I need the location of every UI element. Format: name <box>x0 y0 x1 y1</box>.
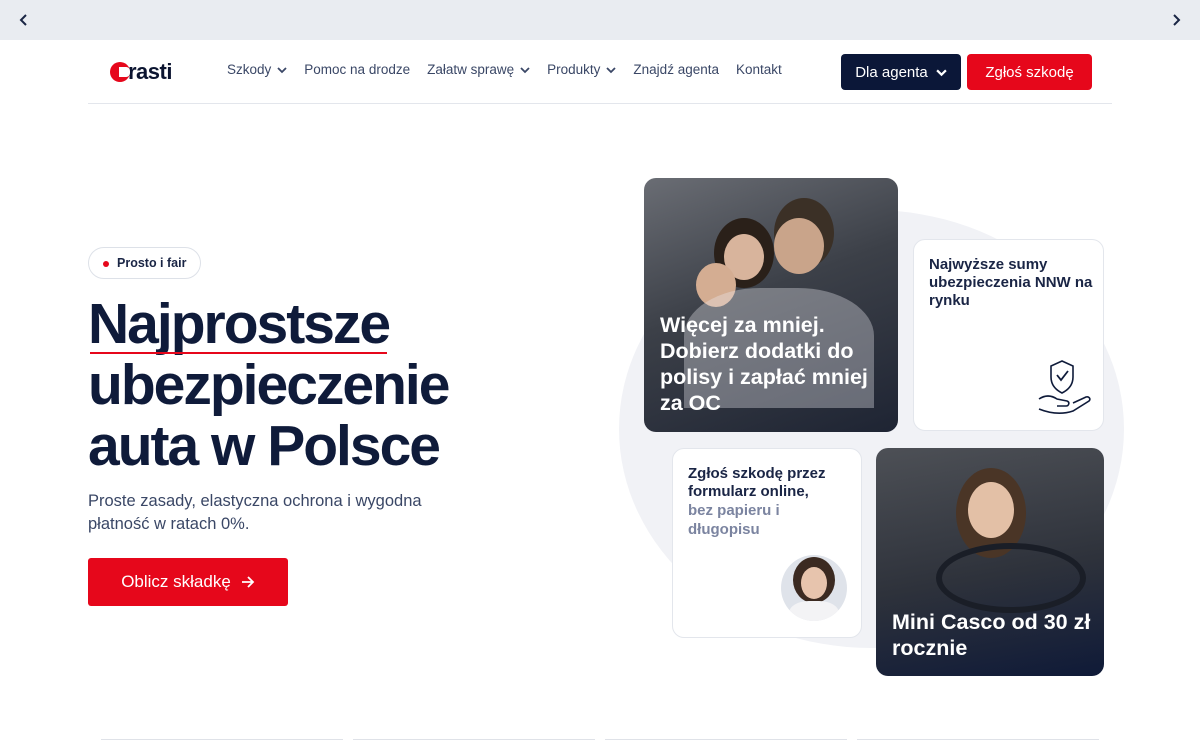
addons-promo-text: Więcej za mniej. Dobierz dodatki do poli… <box>660 313 868 415</box>
agent-dropdown-button[interactable]: Dla agenta <box>841 54 961 90</box>
section-card-4 <box>857 739 1099 750</box>
nav-item-szkody[interactable]: Szkody <box>227 62 287 77</box>
nav-item-label: Kontakt <box>735 62 782 77</box>
chevron-down-icon <box>606 66 617 73</box>
headline-line-3: auta w Polsce <box>88 414 441 478</box>
online-claim-title: Zgłoś szkodę przez formularz online, <box>688 465 826 500</box>
nav-menu: Szkody Pomoc na drodze Załatw sprawę Pro… <box>227 62 799 77</box>
nnw-promo-text: Najwyższe sumy ubezpieczenia NNW na rynk… <box>929 256 1093 309</box>
nav-item-kontakt[interactable]: Kontakt <box>736 62 782 77</box>
addons-promo-card[interactable]: Więcej za mniej. Dobierz dodatki do poli… <box>644 178 898 432</box>
nav-item-pomoc-na-drodze[interactable]: Pomoc na drodze <box>304 62 410 77</box>
agent-avatar <box>781 555 847 621</box>
nav-item-label: Pomoc na drodze <box>304 62 411 77</box>
nav-item-label: Znajdź agenta <box>633 62 719 77</box>
main-navigation: rasti Szkody Pomoc na drodze Załatw spra… <box>88 40 1112 104</box>
slider-next-button[interactable] <box>1164 8 1188 32</box>
chevron-down-icon <box>520 66 530 73</box>
hero-badge: Prosto i fair <box>88 247 202 279</box>
logo-wordmark: rasti <box>128 59 172 84</box>
nav-item-label: Szkody <box>227 62 272 77</box>
nav-item-znajdz-agenta[interactable]: Znajdź agenta <box>633 62 719 77</box>
online-claim-card[interactable]: Zgłoś szkodę przez formularz online, bez… <box>672 448 862 638</box>
nav-item-zalatw-sprawe[interactable]: Załatw sprawę <box>427 62 530 77</box>
logo-mark-icon <box>110 62 130 82</box>
hero-headline: Najprostsze ubezpieczenie auta w Polsce <box>88 294 508 477</box>
online-claim-subtitle: bez papieru i długopisu <box>688 502 780 538</box>
section-card-2 <box>353 739 595 750</box>
report-claim-button[interactable]: Zgłoś szkodę <box>967 54 1092 90</box>
cta-label: Oblicz składkę <box>121 572 231 591</box>
chevron-down-icon <box>936 69 947 76</box>
chevron-right-icon <box>1173 14 1181 26</box>
section-card-1 <box>101 739 343 750</box>
nnw-promo-card[interactable]: Najwyższe sumy ubezpieczenia NNW na rynk… <box>913 239 1104 431</box>
section-card-3 <box>605 739 847 750</box>
nav-item-produkty[interactable]: Produkty <box>547 62 617 77</box>
hero-subtitle: Proste zasady, elastyczna ochrona i wygo… <box>88 492 422 533</box>
announcement-bar <box>0 0 1200 40</box>
slider-prev-button[interactable] <box>12 8 36 32</box>
shield-hand-icon <box>1038 360 1091 414</box>
chevron-left-icon <box>19 14 27 26</box>
mini-casco-text: Mini Casco od 30 zł rocznie <box>892 610 1091 660</box>
nav-item-label: Produkty <box>547 62 601 77</box>
headline-line-1: Najprostsze <box>88 292 391 356</box>
logo[interactable]: rasti <box>110 59 172 84</box>
calculate-premium-button[interactable]: Oblicz składkę <box>88 558 288 606</box>
headline-line-2: ubezpieczenie <box>88 353 450 417</box>
mini-casco-promo-card[interactable]: Mini Casco od 30 zł rocznie <box>876 448 1104 676</box>
arrow-right-icon <box>241 576 255 588</box>
agent-button-label: Dla agenta <box>855 63 928 81</box>
nav-item-label: Załatw sprawę <box>427 62 515 77</box>
chevron-down-icon <box>277 66 287 73</box>
